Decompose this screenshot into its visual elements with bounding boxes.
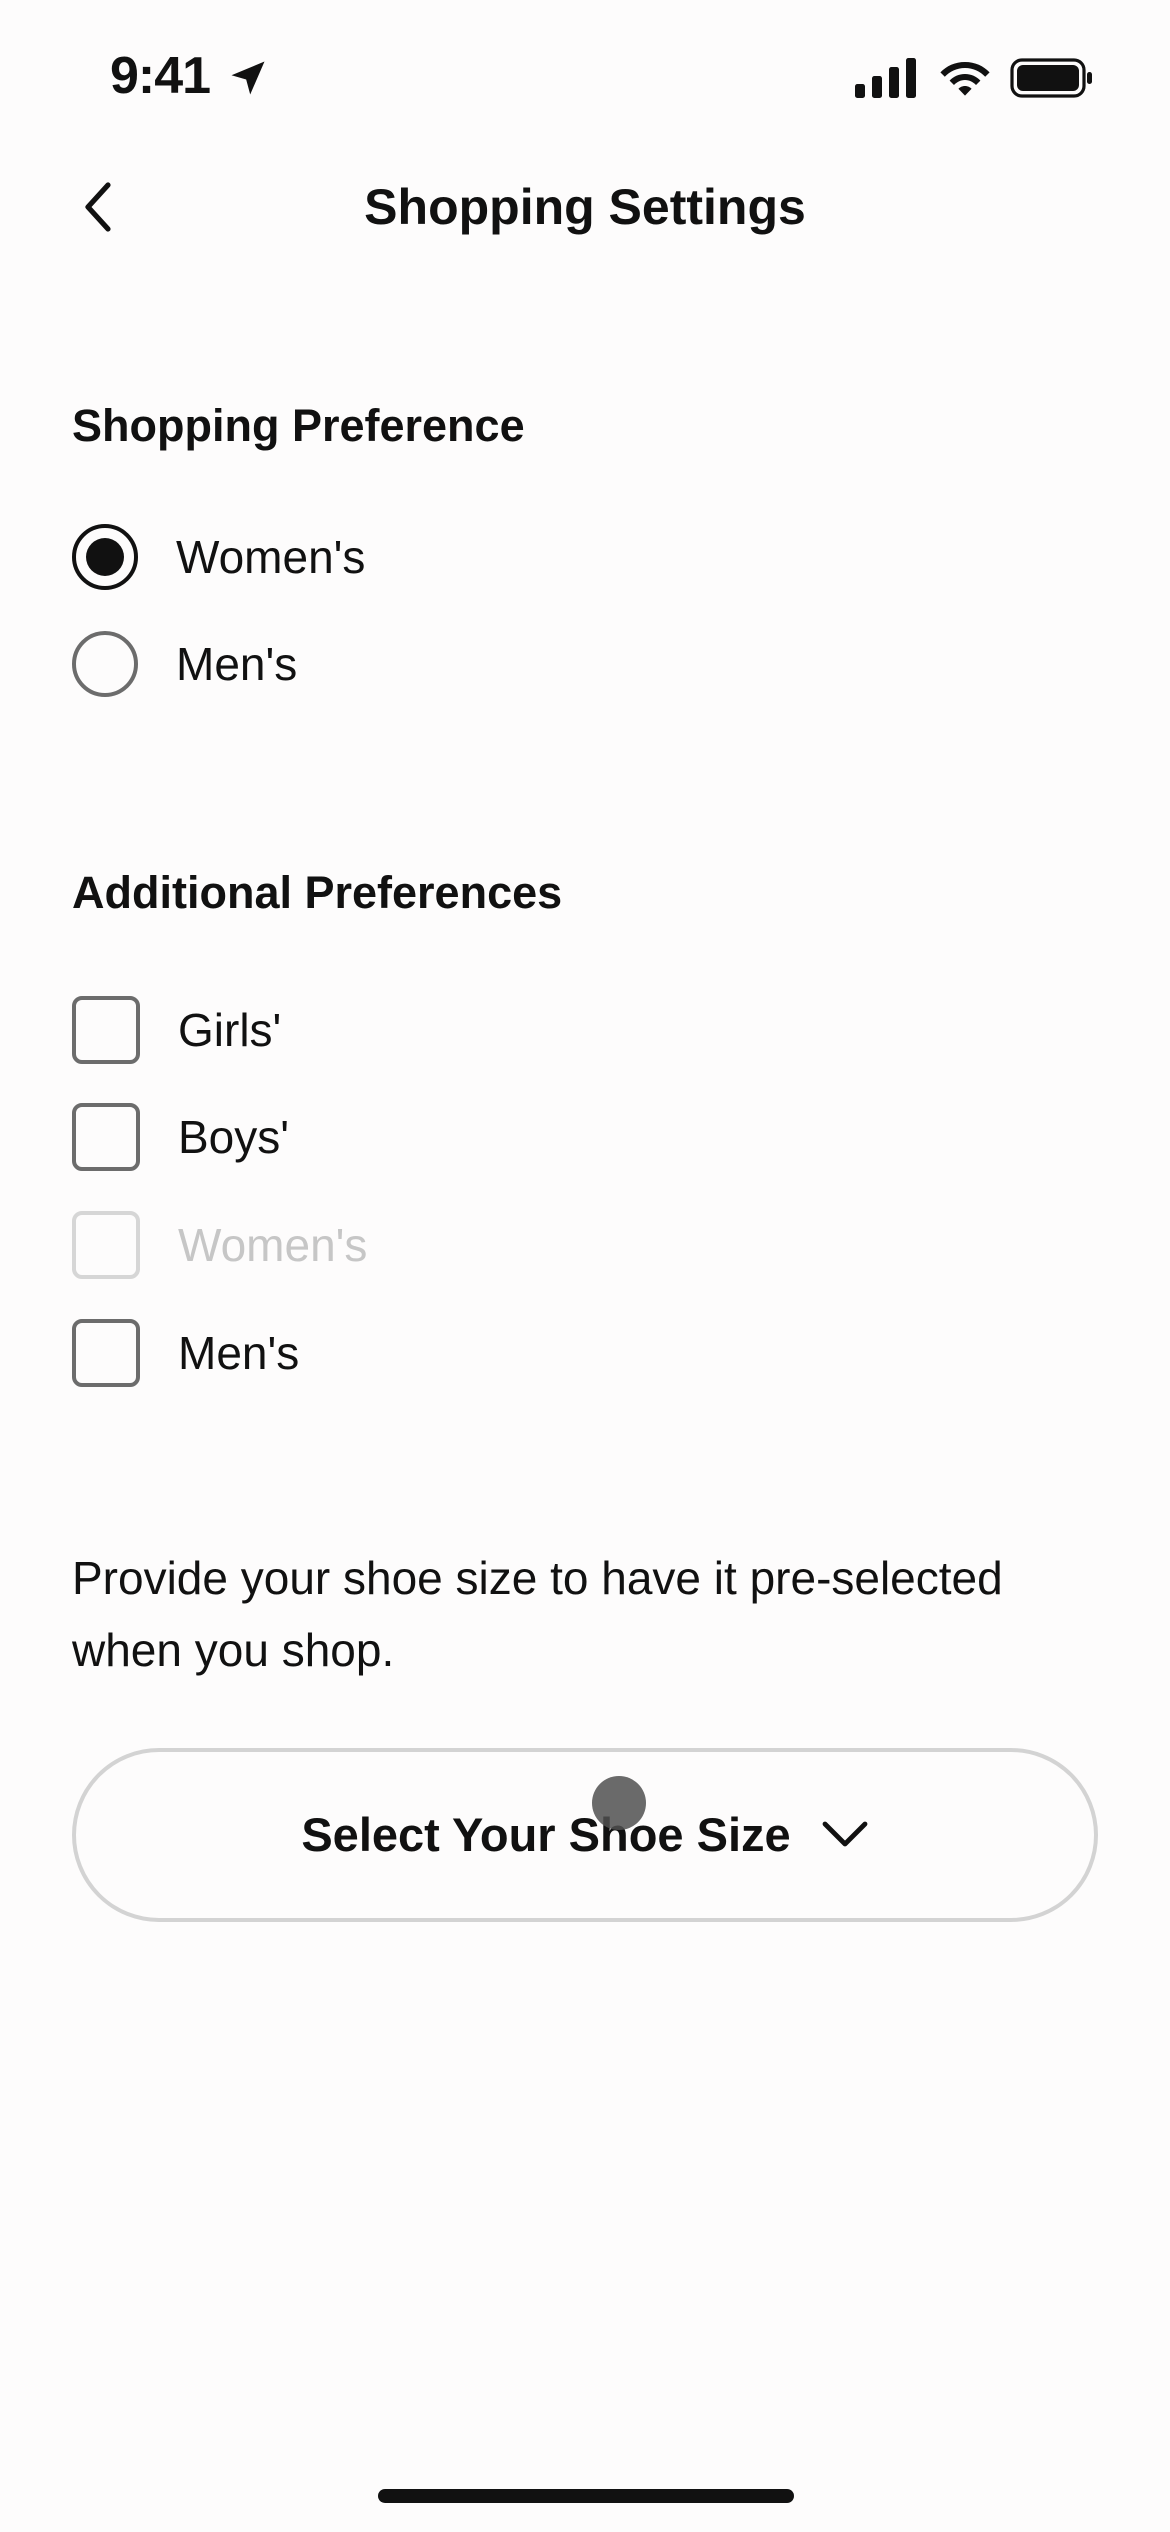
radio-option-womens[interactable]: Women's: [72, 520, 365, 594]
touch-indicator: [592, 1776, 646, 1830]
shopping-preference-heading: Shopping Preference: [72, 400, 525, 451]
cellular-signal-icon: [855, 58, 916, 98]
location-arrow-icon: [231, 61, 265, 95]
page-title: Shopping Settings: [364, 179, 806, 235]
additional-preferences-heading: Additional Preferences: [72, 867, 563, 918]
status-bar: 9:41: [0, 0, 1170, 150]
shoe-size-info-text: Provide your shoe size to have it pre-se…: [72, 1552, 1003, 1676]
checkbox-label-mens: Men's: [178, 1327, 300, 1379]
checkbox-girls[interactable]: [72, 996, 140, 1064]
radio-button-selected[interactable]: [72, 524, 138, 590]
checkbox-mens[interactable]: [72, 1319, 140, 1387]
checkbox-label-womens-disabled: Women's: [178, 1219, 368, 1271]
checkbox-option-womens-disabled: Women's: [72, 1208, 367, 1282]
checkbox-label-girls: Girls': [178, 1004, 282, 1056]
radio-selected-dot: [86, 538, 124, 576]
chevron-down-icon: [822, 1821, 868, 1847]
select-shoe-size-button[interactable]: Select Your Shoe Size: [72, 1748, 1098, 1922]
checkbox-womens-disabled: [72, 1211, 140, 1279]
checkbox-boys[interactable]: [72, 1103, 140, 1171]
battery-icon: [1010, 58, 1092, 98]
select-shoe-size-label: Select Your Shoe Size: [301, 1808, 791, 1861]
radio-button[interactable]: [72, 631, 138, 697]
checkbox-option-mens[interactable]: Men's: [72, 1316, 299, 1390]
radio-label-womens: Women's: [176, 531, 366, 583]
radio-label-mens: Men's: [176, 638, 298, 690]
status-time: 9:41: [110, 47, 211, 105]
checkbox-option-boys[interactable]: Boys': [72, 1100, 289, 1174]
checkbox-label-boys: Boys': [178, 1111, 290, 1163]
wifi-icon: [940, 62, 990, 96]
home-indicator[interactable]: [378, 2489, 794, 2503]
radio-option-mens[interactable]: Men's: [72, 627, 297, 701]
checkbox-option-girls[interactable]: Girls': [72, 993, 281, 1067]
